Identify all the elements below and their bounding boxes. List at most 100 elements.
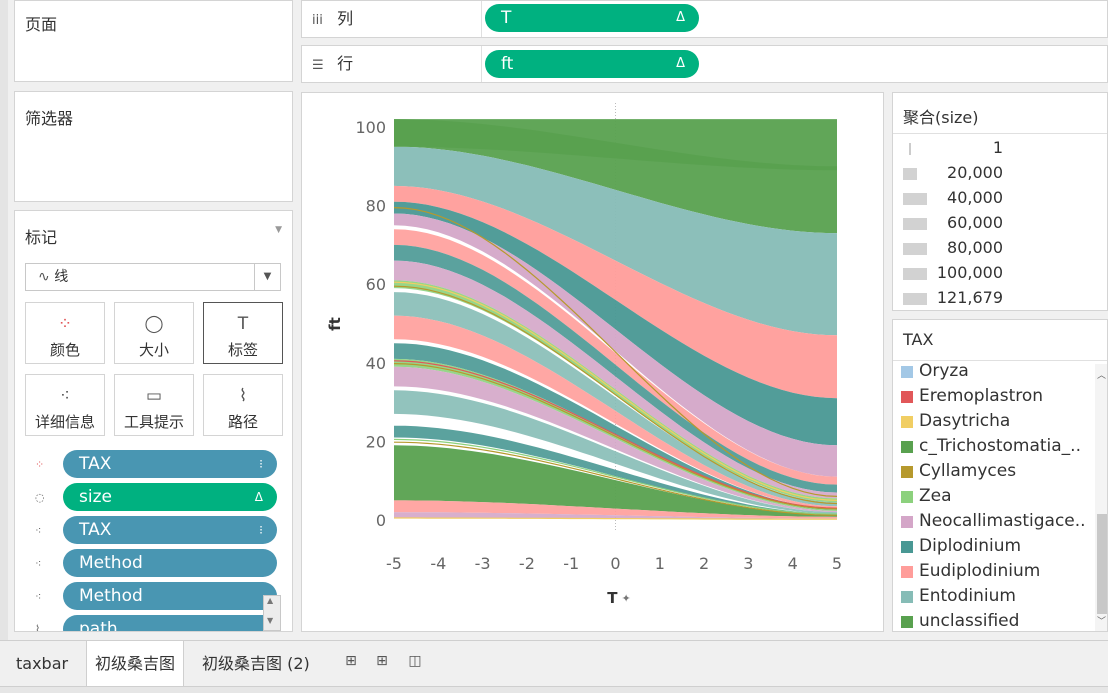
- sheet-tab[interactable]: taxbar: [8, 641, 76, 687]
- sort-icon: ⁝: [259, 457, 263, 471]
- rows-label: 行: [337, 54, 354, 73]
- size-legend-divider: [893, 133, 1107, 134]
- filters-shelf[interactable]: 筛选器: [14, 91, 293, 202]
- y-axis-label: ft: [326, 317, 344, 331]
- pages-shelf[interactable]: 页面: [14, 0, 293, 82]
- size-legend-label: 20,000: [947, 163, 1003, 182]
- scroll-down-icon[interactable]: ﹀: [1097, 614, 1106, 627]
- tooltip-button[interactable]: ▭ 工具提示: [114, 374, 194, 436]
- size-legend-item[interactable]: 100,000: [899, 263, 1097, 283]
- status-bar: [0, 686, 1108, 693]
- size-swatch: [903, 293, 927, 305]
- size-legend-item[interactable]: 40,000: [899, 188, 1097, 208]
- marks-scrollbar[interactable]: ▲ ▼: [263, 595, 281, 631]
- pin-icon: ✦: [622, 592, 631, 605]
- mark-type-dropdown[interactable]: ∿ 线 ▼: [25, 263, 281, 291]
- marks-field-color[interactable]: ⁘ TAX ⁝: [35, 450, 281, 480]
- size-legend: 聚合(size) 1 20,000 40,000 60,000 80,000 100,00…: [892, 92, 1108, 311]
- marks-card: 标记 ▼ ∿ 线 ▼ ⁘ 颜色 ◯ 大小 T 标签 ⁖ 详细信息 ▭ 工具提示 ⌇ 路径 ⁘ TAX ⁝ ◌…: [14, 210, 293, 632]
- scroll-up-icon[interactable]: ︿: [1097, 368, 1106, 381]
- label-button[interactable]: T 标签: [203, 302, 283, 364]
- size-legend-label: 121,679: [936, 288, 1003, 307]
- tax-legend-item[interactable]: Neocallimastigace..: [901, 510, 1091, 534]
- y-tick-label: 0: [376, 511, 386, 530]
- size-legend-item[interactable]: 20,000: [899, 163, 1097, 183]
- y-tick-label: 80: [366, 197, 386, 216]
- detail-button[interactable]: ⁖ 详细信息: [25, 374, 105, 436]
- columns-shelf[interactable]: iii 列 T Δ: [301, 0, 1108, 38]
- field-pill[interactable]: TAX ⁝: [63, 516, 277, 544]
- sheet-tab[interactable]: 初级桑吉图 (2): [194, 641, 318, 687]
- rows-shelf[interactable]: ☰ 行 ft Δ: [301, 45, 1108, 83]
- size-legend-item[interactable]: 60,000: [899, 213, 1097, 233]
- size-swatch: [903, 193, 927, 205]
- chevron-down-icon[interactable]: ▼: [254, 264, 280, 290]
- color-button[interactable]: ⁘ 颜色: [25, 302, 105, 364]
- chart-panel: 0 20 40 60 80 100 -5 -4 -3 -2 -1 0 1 2 3 4 5 T ✦ ft: [301, 92, 884, 632]
- detail-icon: ⁖: [60, 386, 70, 406]
- new-story-icon[interactable]: ◫: [404, 653, 426, 675]
- x-tick-label: 4: [788, 554, 798, 573]
- field-pill-label: TAX: [79, 520, 112, 540]
- size-legend-label: 1: [992, 138, 1003, 157]
- marks-field-detail[interactable]: ⁖ Method: [35, 549, 281, 579]
- tax-legend-item[interactable]: Diplodinium: [901, 535, 1091, 559]
- tax-legend-item[interactable]: Eudiplodinium: [901, 560, 1091, 584]
- marks-title: 标记: [25, 228, 58, 247]
- tax-legend-item[interactable]: Oryza: [901, 360, 1091, 384]
- pages-title: 页面: [25, 15, 58, 34]
- tax-legend-label: Eudiplodinium: [919, 561, 1041, 581]
- marks-field-size[interactable]: ◌ size Δ: [35, 483, 281, 513]
- x-tick-label: 1: [655, 554, 665, 573]
- detail-button-label: 详细信息: [34, 413, 95, 431]
- size-swatch: [903, 268, 927, 280]
- size-encoding-icon: ◌: [35, 491, 45, 504]
- size-button[interactable]: ◯ 大小: [114, 302, 194, 364]
- x-tick-label: -1: [563, 554, 579, 573]
- tax-legend-label: Dasytricha: [919, 411, 1011, 431]
- color-swatch: [901, 466, 913, 478]
- size-legend-label: 80,000: [947, 238, 1003, 257]
- field-pill[interactable]: Method: [63, 582, 277, 610]
- size-legend-item[interactable]: 80,000: [899, 238, 1097, 258]
- delta-icon: Δ: [254, 490, 263, 504]
- tax-legend-label: unclassified: [919, 611, 1020, 631]
- scroll-down-icon[interactable]: ▼: [267, 616, 273, 625]
- tax-legend-item[interactable]: c_Trichostomatia_..: [901, 435, 1091, 459]
- sheet-tab[interactable]: 初级桑吉图: [86, 641, 185, 687]
- field-pill[interactable]: path: [63, 615, 277, 631]
- size-legend-item[interactable]: 1: [899, 138, 1097, 158]
- tax-legend-scrollbar[interactable]: ︿ ﹀: [1095, 364, 1107, 631]
- tax-legend-item[interactable]: Eremoplastron: [901, 385, 1091, 409]
- scroll-thumb[interactable]: [1097, 514, 1107, 614]
- size-button-label: 大小: [138, 341, 169, 359]
- columns-pill[interactable]: T Δ: [485, 4, 699, 32]
- tax-legend-item[interactable]: Dasytricha: [901, 410, 1091, 434]
- field-pill[interactable]: Method: [63, 549, 277, 577]
- mark-type-label: 线: [54, 269, 69, 285]
- sankey-chart[interactable]: 0 20 40 60 80 100 -5 -4 -3 -2 -1 0 1 2 3 4 5 T ✦ ft: [302, 93, 883, 631]
- field-pill[interactable]: TAX ⁝: [63, 450, 277, 478]
- size-legend-label: 40,000: [947, 188, 1003, 207]
- rows-pill[interactable]: ft Δ: [485, 50, 699, 78]
- marks-field-detail[interactable]: ⁖ Method: [35, 582, 281, 612]
- scroll-up-icon[interactable]: ▲: [267, 596, 273, 605]
- tax-legend-item[interactable]: unclassified: [901, 610, 1091, 631]
- path-button[interactable]: ⌇ 路径: [203, 374, 283, 436]
- tax-legend-item[interactable]: Cyllamyces: [901, 460, 1091, 484]
- field-pill[interactable]: size Δ: [63, 483, 277, 511]
- new-worksheet-icon[interactable]: ⊞: [340, 653, 362, 675]
- tax-legend-label: Diplodinium: [919, 536, 1022, 556]
- x-tick-label: 0: [610, 554, 620, 573]
- tax-legend-item[interactable]: Entodinium: [901, 585, 1091, 609]
- tax-legend-title: TAX: [903, 330, 934, 349]
- marks-field-path[interactable]: ⌇ path: [35, 615, 281, 631]
- size-legend-item[interactable]: 121,679: [899, 288, 1097, 308]
- new-dashboard-icon[interactable]: ⊞: [371, 653, 393, 675]
- marks-menu-icon[interactable]: ▼: [275, 225, 282, 235]
- tax-legend-item[interactable]: Zea: [901, 485, 1091, 509]
- marks-field-detail[interactable]: ⁖ TAX ⁝: [35, 516, 281, 546]
- color-swatch: [901, 441, 913, 453]
- label-button-label: 标签: [227, 341, 258, 359]
- tax-legend-label: c_Trichostomatia_..: [919, 436, 1081, 456]
